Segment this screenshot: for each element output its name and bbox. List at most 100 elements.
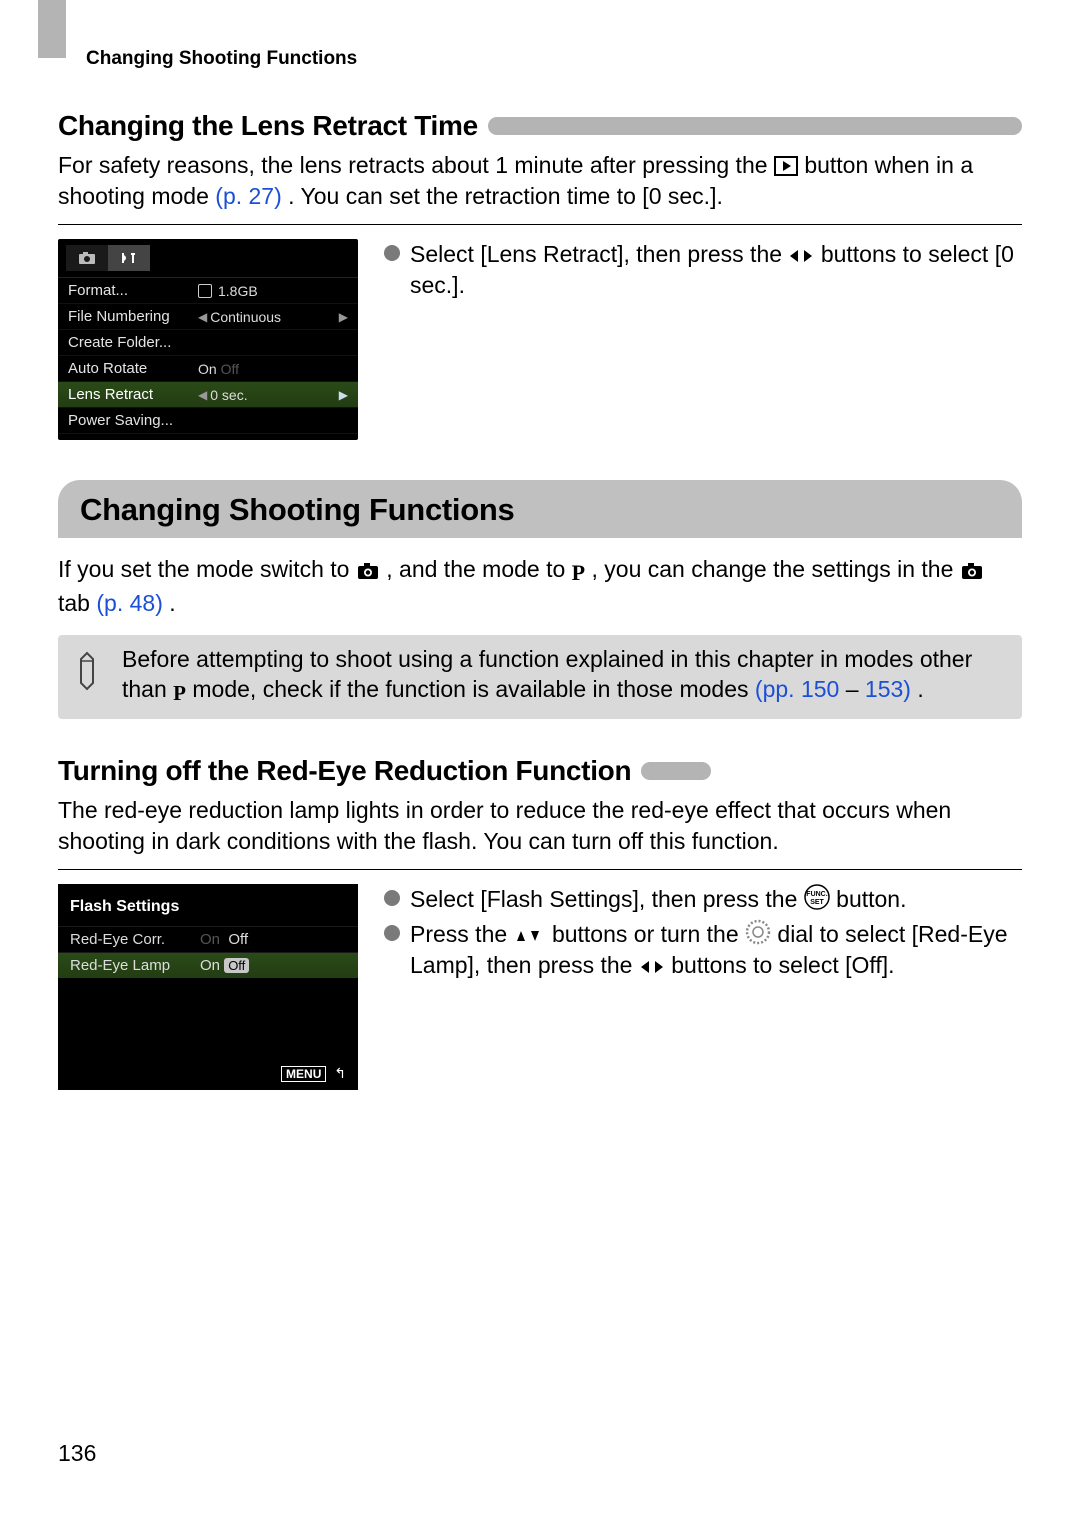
bullet-icon	[384, 925, 400, 941]
note-callout: Before attempting to shoot using a funct…	[58, 635, 1022, 719]
section1-intro: For safety reasons, the lens retracts ab…	[58, 150, 1022, 212]
section-heading-lens-retract: Changing the Lens Retract Time	[58, 110, 1022, 142]
value: 1.8GB	[198, 282, 348, 299]
text: . You can set the retraction time to [0 …	[288, 183, 723, 209]
text: 1.8GB	[218, 283, 258, 299]
page-number: 136	[58, 1440, 96, 1467]
menu-row-power-saving: Power Saving...	[58, 408, 358, 434]
playback-icon	[774, 156, 798, 176]
side-tab-decor	[38, 0, 66, 58]
label: File Numbering	[68, 308, 198, 325]
note-text: Before attempting to shoot using a funct…	[122, 645, 1008, 707]
up-down-arrows-icon	[514, 927, 546, 945]
control-dial-icon	[745, 919, 771, 945]
label: Red-Eye Corr.	[70, 931, 200, 948]
svg-text:FUNC.: FUNC.	[806, 891, 827, 898]
text: Select [Flash Settings], then press the	[410, 886, 804, 912]
menu-row-auto-rotate: Auto Rotate On Off	[58, 356, 358, 382]
left-arrow-icon: ◀	[198, 388, 207, 402]
pencil-note-icon	[72, 649, 108, 693]
menu-row-format: Format... 1.8GB	[58, 278, 358, 304]
right-arrow-icon: ▶	[339, 310, 348, 324]
value: On Off	[200, 931, 248, 948]
value: On Off	[200, 957, 249, 974]
bullet-text: Select [Flash Settings], then press the …	[410, 884, 907, 915]
instruction-block-2: Select [Flash Settings], then press the …	[384, 884, 1022, 1090]
off-text: Off	[228, 931, 248, 948]
label: Lens Retract	[68, 386, 198, 403]
text: –	[846, 676, 865, 702]
on-text: On	[200, 957, 220, 974]
back-arrow-icon: ↰	[334, 1065, 346, 1081]
page-link[interactable]: (p. 48)	[96, 590, 162, 616]
banner-intro: If you set the mode switch to , and the …	[58, 554, 1022, 619]
section-title: Turning off the Red-Eye Reduction Functi…	[58, 755, 631, 787]
heading-bar-decor	[488, 117, 1022, 135]
text: If you set the mode switch to	[58, 556, 356, 582]
camera-menu-screenshot-1: Format... 1.8GB File Numbering ◀ Continu…	[58, 239, 358, 440]
section2-intro: The red-eye reduction lamp lights in ord…	[58, 795, 1022, 857]
label: Format...	[68, 282, 198, 299]
label: Create Folder...	[68, 334, 198, 351]
p-mode-icon: P	[572, 558, 585, 588]
section-heading-red-eye: Turning off the Red-Eye Reduction Functi…	[58, 755, 1022, 787]
header-breadcrumb: Changing Shooting Functions	[86, 48, 1022, 70]
menu-row-red-eye-corr: Red-Eye Corr. On Off	[58, 926, 358, 952]
on-text: On	[198, 361, 217, 377]
menu-row-file-numbering: File Numbering ◀ Continuous ▶	[58, 304, 358, 330]
page-link[interactable]: 153)	[865, 676, 911, 702]
bullet-text: Press the buttons or turn the dial to se…	[410, 919, 1022, 981]
label: Red-Eye Lamp	[70, 957, 200, 974]
menu-row-lens-retract: Lens Retract ◀ 0 sec. ▶	[58, 382, 358, 408]
value: Continuous	[210, 309, 339, 325]
right-arrow-icon: ▶	[339, 388, 348, 402]
camera-tab-small-icon	[960, 562, 984, 580]
off-text: Off	[221, 361, 239, 377]
text: buttons or turn the	[552, 921, 745, 947]
wrench-tab-icon	[108, 245, 150, 271]
sd-card-icon	[198, 284, 212, 298]
svg-text:SET: SET	[810, 899, 824, 906]
value: 0 sec.	[210, 387, 339, 403]
label: Power Saving...	[68, 412, 198, 429]
section-title: Changing the Lens Retract Time	[58, 110, 478, 142]
text: , and the mode to	[386, 556, 571, 582]
heading-bar-decor	[641, 762, 711, 780]
page-link[interactable]: (p. 27)	[215, 183, 281, 209]
bullet-text: Select [Lens Retract], then press the bu…	[410, 239, 1022, 301]
camera-mode-icon	[356, 562, 380, 580]
divider	[58, 869, 1022, 870]
major-section-banner: Changing Shooting Functions	[58, 480, 1022, 538]
menu-row-red-eye-lamp: Red-Eye Lamp On Off	[58, 952, 358, 978]
off-pill: Off	[224, 958, 249, 973]
left-right-arrows-icon	[788, 247, 814, 265]
text: mode, check if the function is available…	[192, 676, 755, 702]
camera-tab-icon	[66, 245, 108, 271]
value: On Off	[198, 361, 348, 377]
func-set-button-icon: FUNC.SET	[804, 884, 830, 910]
ss-tab-bar	[58, 239, 358, 278]
left-arrow-icon: ◀	[198, 310, 207, 324]
menu-row-create-folder: Create Folder...	[58, 330, 358, 356]
text: Press the	[410, 921, 514, 947]
text: .	[169, 590, 175, 616]
instruction-block-1: Select [Lens Retract], then press the bu…	[384, 239, 1022, 440]
text: Select [Lens Retract], then press the	[410, 241, 788, 267]
screenshot-title: Flash Settings	[58, 894, 358, 926]
page-link[interactable]: (pp. 150	[755, 676, 839, 702]
label: Auto Rotate	[68, 360, 198, 377]
text: button.	[836, 886, 906, 912]
text: For safety reasons, the lens retracts ab…	[58, 152, 774, 178]
divider	[58, 224, 1022, 225]
p-mode-icon: P	[173, 680, 186, 707]
left-right-arrows-icon	[639, 958, 665, 976]
text: buttons to select [Off].	[671, 952, 894, 978]
bullet-icon	[384, 245, 400, 261]
text: .	[917, 676, 923, 702]
menu-label: MENU	[281, 1066, 326, 1082]
text: tab	[58, 590, 96, 616]
on-text: On	[200, 931, 220, 948]
text: , you can change the settings in the	[592, 556, 960, 582]
menu-footer: MENU ↰	[281, 1065, 346, 1082]
camera-menu-screenshot-2: Flash Settings Red-Eye Corr. On Off Red-…	[58, 884, 358, 1090]
